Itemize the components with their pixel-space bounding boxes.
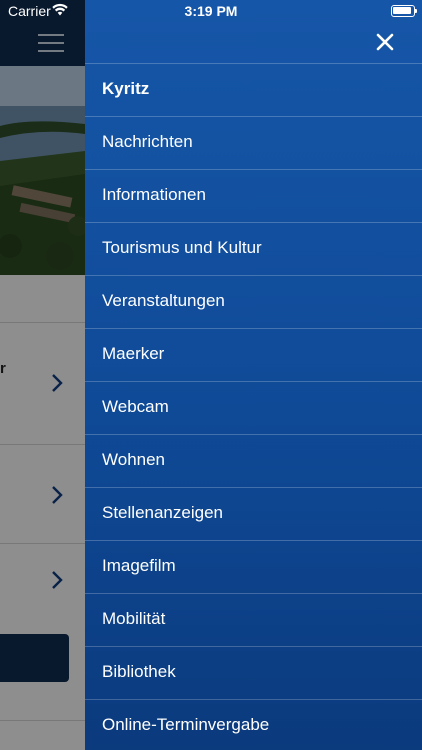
battery-icon [391, 5, 417, 17]
menu-item-label: Wohnen [102, 450, 166, 469]
menu-item-stellenanzeigen[interactable]: Stellenanzeigen [85, 487, 422, 540]
menu-item-label: Informationen [102, 185, 206, 204]
menu-item-imagefilm[interactable]: Imagefilm [85, 540, 422, 593]
menu-item-label: Mobilität [102, 609, 166, 628]
menu-item-online-terminvergabe[interactable]: Online-Terminvergabe [85, 699, 422, 750]
menu-item-webcam[interactable]: Webcam [85, 381, 422, 434]
menu-item-label: Maerker [102, 344, 165, 363]
menu-item-label: Nachrichten [102, 132, 193, 151]
drawer-menu: Kyritz Nachrichten Informationen Tourism… [85, 63, 422, 750]
menu-item-label: Webcam [102, 397, 169, 416]
menu-item-label: Tourismus und Kultur [102, 238, 262, 257]
menu-item-bibliothek[interactable]: Bibliothek [85, 646, 422, 699]
menu-item-veranstaltungen[interactable]: Veranstaltungen [85, 275, 422, 328]
menu-item-label: Bibliothek [102, 662, 176, 681]
menu-item-nachrichten[interactable]: Nachrichten [85, 116, 422, 169]
menu-item-mobilitaet[interactable]: Mobilität [85, 593, 422, 646]
clock: 3:19 PM [184, 3, 238, 19]
status-bar: Carrier 3:19 PM [0, 0, 422, 22]
menu-item-label: Online-Terminvergabe [102, 715, 270, 734]
menu-item-informationen[interactable]: Informationen [85, 169, 422, 222]
menu-item-maerker[interactable]: Maerker [85, 328, 422, 381]
menu-item-tourismus-und-kultur[interactable]: Tourismus und Kultur [85, 222, 422, 275]
menu-item-label: Imagefilm [102, 556, 176, 575]
menu-item-label: Kyritz [102, 79, 150, 98]
navigation-drawer: Kyritz Nachrichten Informationen Tourism… [85, 0, 422, 750]
menu-item-wohnen[interactable]: Wohnen [85, 434, 422, 487]
menu-item-kyritz[interactable]: Kyritz [85, 63, 422, 116]
menu-item-label: Veranstaltungen [102, 291, 225, 310]
close-icon[interactable] [374, 31, 396, 53]
menu-item-label: Stellenanzeigen [102, 503, 223, 522]
